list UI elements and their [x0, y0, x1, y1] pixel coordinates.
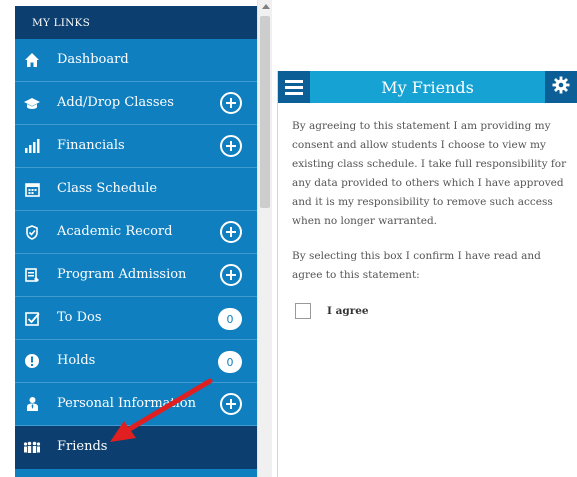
home-icon [23, 51, 41, 69]
sidebar-scrollbar[interactable] [257, 0, 272, 477]
expand-plus-icon[interactable] [220, 92, 242, 114]
menu-bar-icon [285, 86, 303, 89]
sidebar-item-label: To Dos [57, 310, 102, 325]
sidebar-item-label: Dashboard [57, 52, 129, 67]
confirm-statement: By selecting this box I confirm I have r… [292, 250, 541, 281]
calendar-icon [23, 180, 41, 198]
sidebar-header: MY LINKS [15, 6, 257, 39]
alert-icon [23, 352, 41, 370]
sidebar-item-label: Personal Information [57, 396, 197, 411]
sidebar-item-holds[interactable]: Holds 0 [15, 340, 257, 383]
agree-label: I agree [327, 305, 369, 317]
sidebar-item-dashboard[interactable]: Dashboard [15, 39, 257, 82]
clipboard-icon [23, 266, 41, 284]
sidebar-item-label: Holds [57, 353, 96, 368]
agree-checkbox[interactable] [295, 303, 311, 319]
sidebar: MY LINKS Dashboard Add/Drop Classes Fina… [15, 6, 257, 477]
settings-button[interactable] [545, 71, 577, 103]
scrollbar-thumb[interactable] [260, 16, 270, 208]
hamburger-menu-button[interactable] [278, 71, 310, 103]
sidebar-item-label: Program Admission [57, 267, 187, 282]
graduation-cap-icon [23, 94, 41, 112]
count-badge: 0 [218, 351, 242, 373]
sidebar-item-add-drop-classes[interactable]: Add/Drop Classes [15, 82, 257, 125]
sidebar-item-label: Class Schedule [57, 181, 158, 196]
menu-bar-icon [285, 80, 303, 83]
academic-record-icon [23, 223, 41, 241]
agree-row[interactable]: I agree [295, 303, 369, 319]
sidebar-item-label: Add/Drop Classes [57, 95, 174, 110]
count-badge: 0 [218, 308, 242, 330]
expand-plus-icon[interactable] [220, 135, 242, 157]
sidebar-item-label: Friends [57, 439, 108, 454]
checkbox-icon [23, 309, 41, 327]
scroll-up-arrow-icon[interactable] [262, 4, 270, 9]
sidebar-item-friends[interactable]: Friends [15, 426, 257, 469]
sidebar-item-personal-information[interactable]: Personal Information [15, 383, 257, 426]
person-icon [23, 395, 41, 413]
consent-statement: By agreeing to this statement I am provi… [292, 120, 567, 227]
sidebar-item-academic-record[interactable]: Academic Record [15, 211, 257, 254]
sidebar-item-class-schedule[interactable]: Class Schedule [15, 168, 257, 211]
sidebar-item-financials[interactable]: Financials [15, 125, 257, 168]
menu-bar-icon [285, 92, 303, 95]
sidebar-item-program-admission[interactable]: Program Admission [15, 254, 257, 297]
panel-body: By agreeing to this statement I am provi… [278, 103, 577, 285]
expand-plus-icon[interactable] [220, 221, 242, 243]
gear-icon [552, 76, 570, 98]
bar-chart-icon [23, 137, 41, 155]
panel-header: My Friends [278, 71, 577, 103]
friends-icon [23, 438, 41, 456]
my-friends-panel: My Friends By agreeing to this statement… [277, 71, 577, 477]
sidebar-item-to-dos[interactable]: To Dos 0 [15, 297, 257, 340]
sidebar-item-label: Academic Record [57, 224, 173, 239]
expand-plus-icon[interactable] [220, 393, 242, 415]
expand-plus-icon[interactable] [220, 264, 242, 286]
panel-title: My Friends [381, 78, 474, 97]
sidebar-item-label: Financials [57, 138, 125, 153]
